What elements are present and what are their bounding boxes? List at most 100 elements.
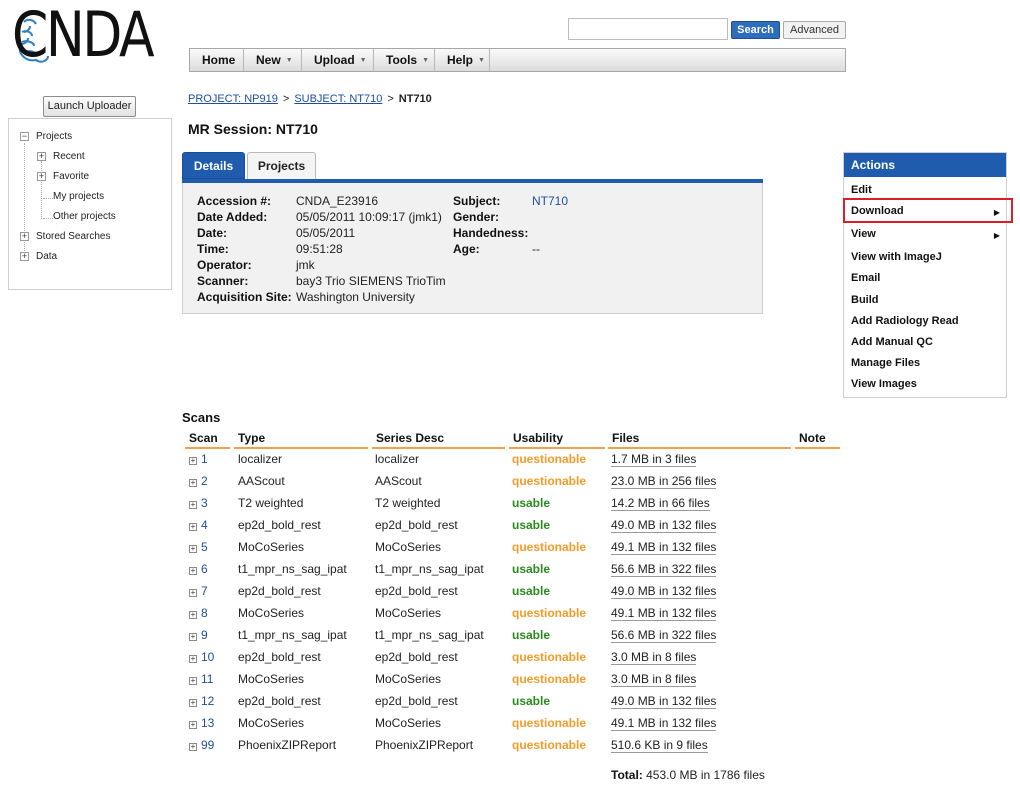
expand-icon[interactable]: +	[189, 545, 197, 553]
expand-icon[interactable]: +	[189, 457, 197, 465]
scan-files-link[interactable]: 3.0 MB in 8 files	[611, 672, 697, 687]
expand-icon[interactable]: +	[189, 721, 197, 729]
expand-icon[interactable]: +	[189, 611, 197, 619]
scan-number-cell[interactable]: +3	[189, 496, 208, 510]
search-button[interactable]: Search	[731, 21, 780, 39]
breadcrumb-project[interactable]: PROJECT: NP919	[188, 93, 278, 105]
scan-number[interactable]: 7	[201, 584, 208, 598]
action-add-radiology-read[interactable]: Add Radiology Read	[851, 315, 959, 327]
scan-number[interactable]: 3	[201, 496, 208, 510]
action-build[interactable]: Build	[851, 294, 879, 306]
scan-number[interactable]: 1	[201, 452, 208, 466]
tree-item-other-projects[interactable]: Other projects	[53, 211, 116, 222]
scan-files-link[interactable]: 49.1 MB in 132 files	[611, 540, 717, 555]
scan-number[interactable]: 8	[201, 606, 208, 620]
launch-uploader-button[interactable]: Launch Uploader	[43, 96, 136, 117]
scan-files-link[interactable]: 3.0 MB in 8 files	[611, 650, 697, 665]
scan-number-cell[interactable]: +4	[189, 518, 208, 532]
tree-item-favorite[interactable]: Favorite	[53, 171, 89, 182]
expand-icon[interactable]: +	[20, 252, 29, 261]
nav-help[interactable]: Help ▼	[435, 49, 490, 71]
expand-icon[interactable]: +	[189, 523, 197, 531]
scan-number-cell[interactable]: +2	[189, 474, 208, 488]
scan-number-cell[interactable]: +11	[189, 672, 213, 686]
expand-icon[interactable]: +	[37, 152, 46, 161]
scan-files-link[interactable]: 510.6 KB in 9 files	[611, 738, 708, 753]
scan-number[interactable]: 13	[201, 716, 214, 730]
tree-item-recent[interactable]: Recent	[53, 151, 85, 162]
action-view-images[interactable]: View Images	[851, 378, 917, 390]
expand-icon[interactable]: +	[189, 589, 197, 597]
nav-new[interactable]: New ▼	[244, 49, 302, 71]
nav-home[interactable]: Home	[190, 49, 244, 71]
collapse-icon[interactable]: −	[20, 132, 29, 141]
tree-item-my-projects[interactable]: My projects	[53, 191, 104, 202]
scan-number-cell[interactable]: +99	[189, 738, 214, 752]
tree-item-projects[interactable]: Projects	[36, 131, 72, 142]
scan-number[interactable]: 4	[201, 518, 208, 532]
search-input[interactable]	[568, 18, 728, 40]
scan-number[interactable]: 99	[201, 738, 214, 752]
action-manage-files[interactable]: Manage Files	[851, 357, 920, 369]
expand-icon[interactable]: +	[189, 567, 197, 575]
subject-link[interactable]: NT710	[532, 194, 568, 208]
column-header-scan[interactable]: Scan	[185, 431, 230, 449]
column-header-type[interactable]: Type	[234, 431, 368, 449]
scan-number-cell[interactable]: +8	[189, 606, 208, 620]
action-add-manual-qc[interactable]: Add Manual QC	[851, 336, 933, 348]
scan-number[interactable]: 10	[201, 650, 214, 664]
expand-icon[interactable]: +	[20, 232, 29, 241]
expand-icon[interactable]: +	[189, 699, 197, 707]
column-header-usability[interactable]: Usability	[509, 431, 605, 449]
scan-number[interactable]: 2	[201, 474, 208, 488]
tree-item-stored-searches[interactable]: Stored Searches	[36, 231, 111, 242]
scan-number[interactable]: 5	[201, 540, 208, 554]
scan-files-link[interactable]: 23.0 MB in 256 files	[611, 474, 717, 489]
cnda-logo[interactable]: CNDA	[10, 0, 155, 72]
scan-number-cell[interactable]: +13	[189, 716, 214, 730]
scan-type: MoCoSeries	[238, 716, 305, 730]
scan-files-link[interactable]: 56.6 MB in 322 files	[611, 628, 717, 643]
column-header-note[interactable]: Note	[795, 431, 840, 449]
tree-item-data[interactable]: Data	[36, 251, 57, 262]
scan-files-link[interactable]: 49.0 MB in 132 files	[611, 584, 717, 599]
expand-icon[interactable]: +	[189, 633, 197, 641]
acquisition-site-value: Washington University	[296, 290, 415, 304]
scan-number-cell[interactable]: +9	[189, 628, 208, 642]
scan-files-link[interactable]: 49.0 MB in 132 files	[611, 694, 717, 709]
column-header-files[interactable]: Files	[608, 431, 791, 449]
nav-upload[interactable]: Upload ▼	[302, 49, 374, 71]
action-view[interactable]: View	[851, 228, 876, 240]
tab-details[interactable]: Details	[182, 152, 245, 179]
nav-tools[interactable]: Tools ▼	[374, 49, 435, 71]
expand-icon[interactable]: +	[189, 677, 197, 685]
scan-number-cell[interactable]: +5	[189, 540, 208, 554]
scan-number-cell[interactable]: +1	[189, 452, 208, 466]
scan-files-link[interactable]: 49.0 MB in 132 files	[611, 518, 717, 533]
tab-projects[interactable]: Projects	[247, 152, 316, 179]
scan-number[interactable]: 6	[201, 562, 208, 576]
action-email[interactable]: Email	[851, 272, 880, 284]
breadcrumb-subject[interactable]: SUBJECT: NT710	[294, 93, 382, 105]
scan-number-cell[interactable]: +10	[189, 650, 214, 664]
scan-number-cell[interactable]: +12	[189, 694, 214, 708]
advanced-search-button[interactable]: Advanced	[783, 21, 846, 39]
action-edit[interactable]: Edit	[851, 184, 872, 196]
scan-files-link[interactable]: 49.1 MB in 132 files	[611, 606, 717, 621]
scan-number[interactable]: 11	[201, 672, 213, 686]
scan-number-cell[interactable]: +7	[189, 584, 208, 598]
expand-icon[interactable]: +	[189, 743, 197, 751]
expand-icon[interactable]: +	[189, 655, 197, 663]
expand-icon[interactable]: +	[189, 479, 197, 487]
scan-number-cell[interactable]: +6	[189, 562, 208, 576]
scan-number[interactable]: 12	[201, 694, 214, 708]
expand-icon[interactable]: +	[37, 172, 46, 181]
scan-files-link[interactable]: 49.1 MB in 132 files	[611, 716, 717, 731]
scan-number[interactable]: 9	[201, 628, 208, 642]
column-header-series-desc[interactable]: Series Desc	[372, 431, 505, 449]
scan-files-link[interactable]: 14.2 MB in 66 files	[611, 496, 710, 511]
scan-files-link[interactable]: 1.7 MB in 3 files	[611, 452, 697, 467]
action-view-imagej[interactable]: View with ImageJ	[851, 251, 942, 263]
scan-files-link[interactable]: 56.6 MB in 322 files	[611, 562, 717, 577]
expand-icon[interactable]: +	[189, 501, 197, 509]
